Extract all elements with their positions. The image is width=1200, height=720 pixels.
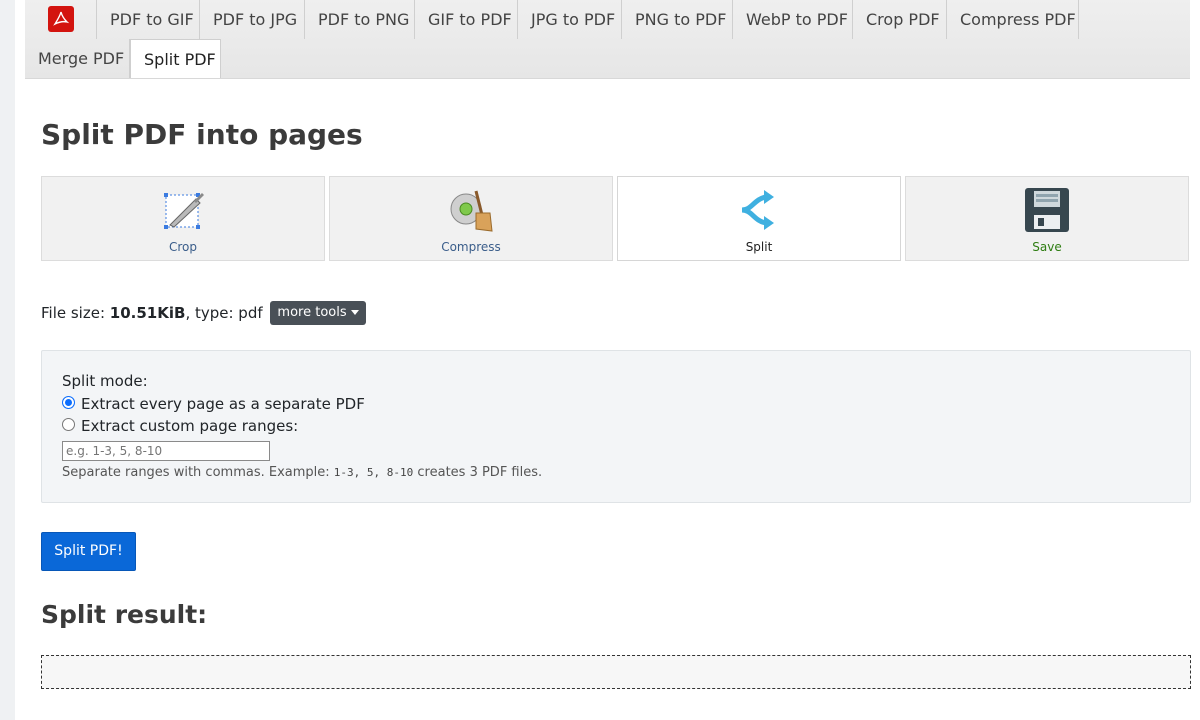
split-pdf-button[interactable]: Split PDF!: [41, 532, 136, 571]
radio-custom-ranges-label: Extract custom page ranges:: [81, 417, 299, 435]
help-prefix: Separate ranges with commas. Example:: [62, 465, 334, 480]
tool-save[interactable]: Save: [905, 176, 1189, 261]
tool-crop[interactable]: Crop: [41, 176, 325, 261]
split-options-panel: Split mode: Extract every page as a sepa…: [41, 350, 1191, 503]
compress-icon: [446, 185, 496, 235]
radio-every-page-label: Extract every page as a separate PDF: [81, 395, 365, 413]
tool-save-label: Save: [1032, 240, 1062, 254]
nav-compress-pdf[interactable]: Compress PDF: [947, 0, 1079, 39]
split-mode-label: Split mode:: [62, 372, 148, 390]
nav-pdf-to-jpg[interactable]: PDF to JPG: [200, 0, 305, 39]
nav-merge-pdf[interactable]: Merge PDF: [25, 39, 130, 78]
file-size-label: File size:: [41, 304, 110, 322]
split-icon: [734, 185, 784, 235]
nav-webp-to-pdf[interactable]: WebP to PDF: [733, 0, 853, 39]
more-tools-button[interactable]: more tools: [270, 301, 366, 325]
nav-png-to-pdf[interactable]: PNG to PDF: [622, 0, 733, 39]
nav-pdf-to-png[interactable]: PDF to PNG: [305, 0, 415, 39]
nav-crop-pdf[interactable]: Crop PDF: [853, 0, 947, 39]
caret-down-icon: [350, 310, 359, 315]
page-ranges-input[interactable]: [62, 441, 270, 461]
page-title: Split PDF into pages: [41, 118, 363, 151]
tool-bar: Crop Compress Split Save: [41, 176, 1191, 262]
tool-split-label: Split: [745, 240, 773, 254]
file-info: File size: 10.51KiB, type: pdf more tool…: [41, 301, 366, 327]
tool-compress[interactable]: Compress: [329, 176, 613, 261]
file-size-value: 10.51KiB: [109, 304, 186, 322]
save-icon: [1022, 185, 1072, 235]
top-navigation: PDF to GIF PDF to JPG PDF to PNG GIF to …: [25, 0, 1190, 79]
pdf-logo-icon: [47, 6, 74, 32]
file-type-label: , type: pdf: [185, 304, 263, 322]
result-heading: Split result:: [41, 600, 208, 629]
tool-split[interactable]: Split: [617, 176, 901, 261]
nav-pdf-to-gif[interactable]: PDF to GIF: [97, 0, 200, 39]
tool-crop-label: Crop: [168, 240, 197, 254]
radio-every-page[interactable]: Extract every page as a separate PDF: [62, 394, 365, 414]
nav-gif-to-pdf[interactable]: GIF to PDF: [415, 0, 518, 39]
nav-split-pdf[interactable]: Split PDF: [130, 39, 221, 78]
help-suffix: creates 3 PDF files.: [413, 465, 543, 480]
nav-jpg-to-pdf[interactable]: JPG to PDF: [518, 0, 622, 39]
crop-icon: [158, 185, 208, 235]
split-result-area: [41, 655, 1191, 689]
app-logo[interactable]: [25, 0, 97, 39]
radio-custom-ranges-input[interactable]: [62, 418, 75, 431]
help-example: 1-3, 5, 8-10: [333, 466, 414, 479]
radio-custom-ranges[interactable]: Extract custom page ranges:: [62, 416, 298, 436]
more-tools-label: more tools: [277, 305, 347, 320]
ranges-help-text: Separate ranges with commas. Example: 1-…: [62, 465, 542, 480]
page-container: PDF to GIF PDF to JPG PDF to PNG GIF to …: [15, 0, 1200, 720]
radio-every-page-input[interactable]: [62, 396, 75, 409]
tool-compress-label: Compress: [441, 240, 501, 254]
